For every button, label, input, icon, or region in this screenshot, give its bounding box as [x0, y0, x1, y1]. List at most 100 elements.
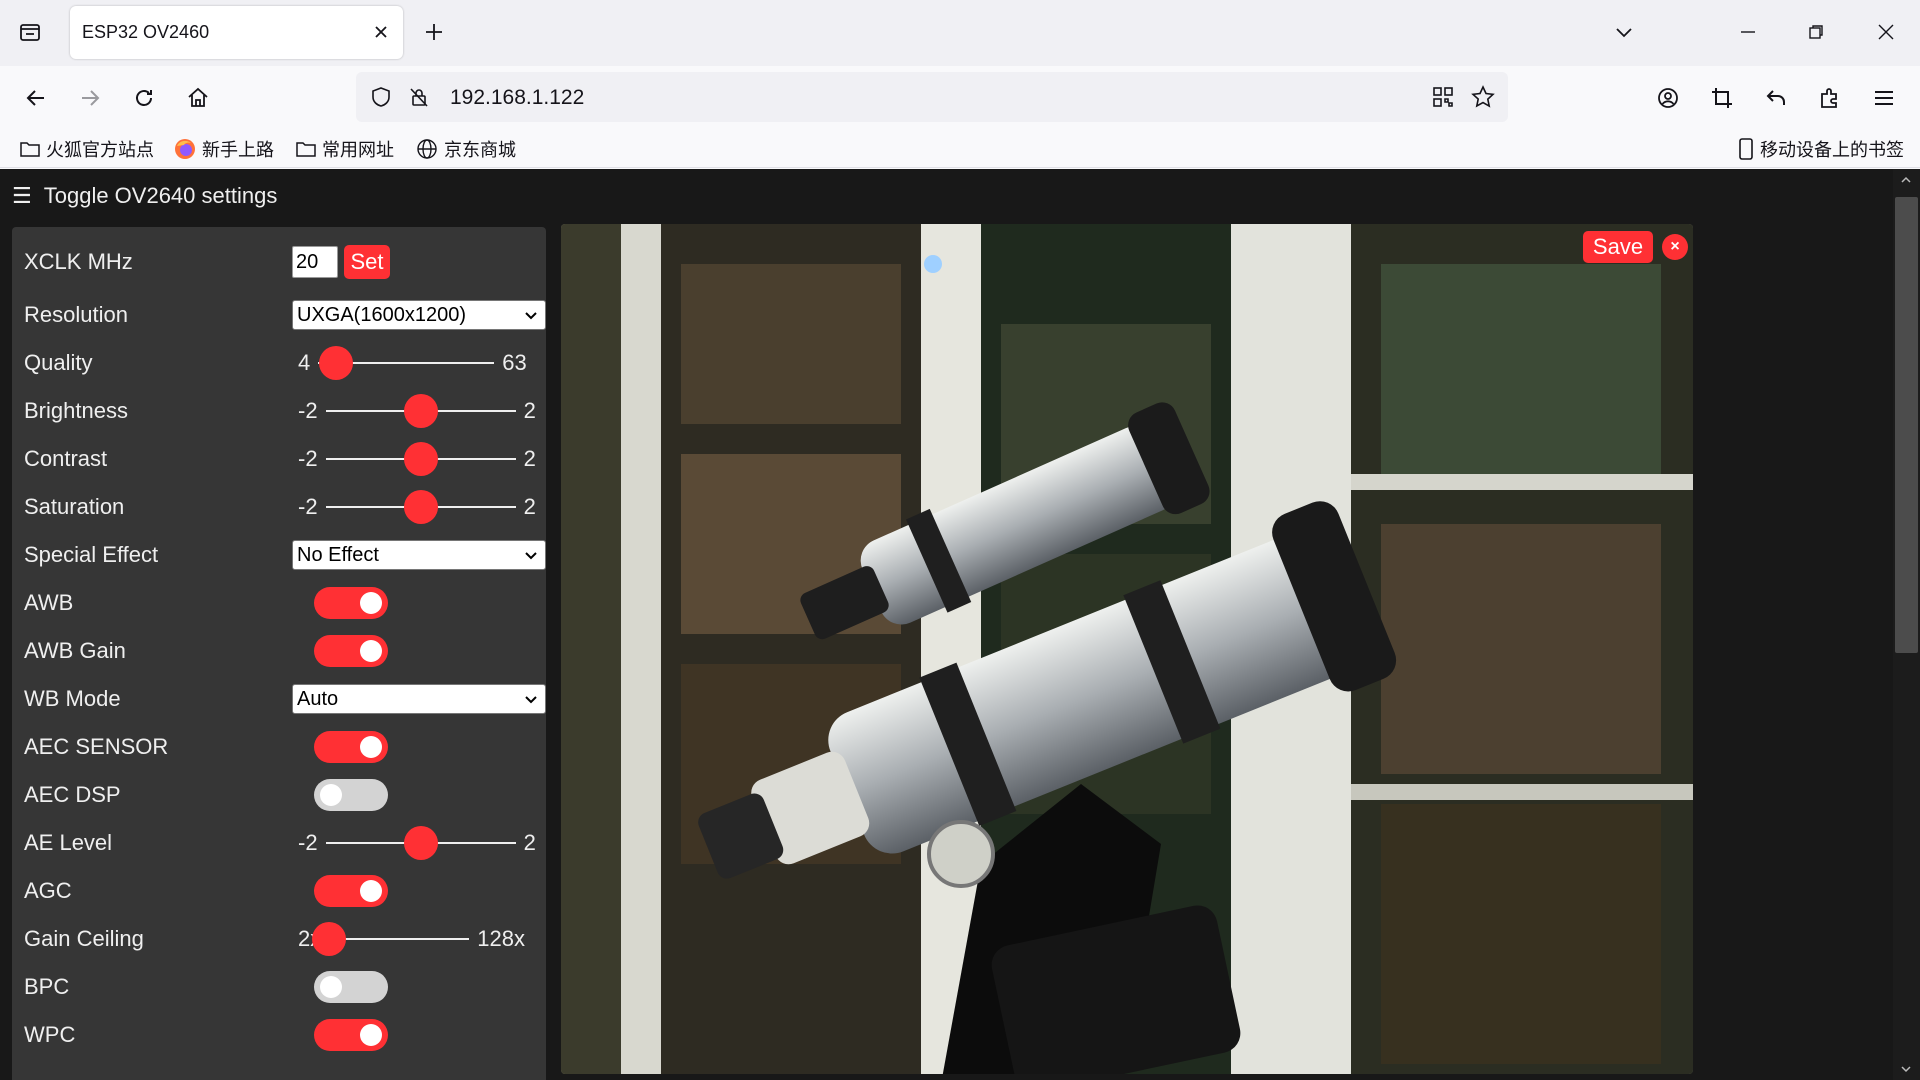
gain-ceiling-slider[interactable]: 2x 128x — [292, 922, 525, 956]
save-button[interactable]: Save — [1583, 231, 1653, 263]
special-effect-row: Special Effect No Effect — [24, 535, 546, 575]
page-scrollbar[interactable] — [1893, 169, 1920, 1080]
chevron-down-icon — [525, 312, 537, 320]
quality-slider[interactable]: 4 63 — [292, 346, 527, 380]
brightness-row: Brightness -2 2 — [24, 391, 536, 431]
awb-row: AWB — [24, 583, 534, 623]
reload-icon[interactable] — [128, 82, 160, 114]
contrast-row: Contrast -2 2 — [24, 439, 536, 479]
bpc-row: BPC — [24, 967, 534, 1007]
account-icon[interactable] — [1652, 82, 1684, 114]
saturation-label: Saturation — [24, 494, 125, 519]
wpc-row: WPC — [24, 1015, 534, 1055]
qr-code-icon[interactable] — [1430, 84, 1456, 110]
ae-level-row: AE Level -2 2 — [24, 823, 536, 863]
awb-gain-toggle[interactable] — [314, 635, 388, 667]
brightness-slider[interactable]: -2 2 — [292, 394, 536, 428]
aec-dsp-label: AEC DSP — [24, 782, 121, 807]
wpc-toggle[interactable] — [314, 1019, 388, 1051]
bookmark-label: 京东商城 — [444, 140, 516, 161]
back-icon[interactable] — [20, 82, 52, 114]
restore-icon[interactable] — [1802, 18, 1830, 46]
awb-toggle[interactable] — [314, 587, 388, 619]
screenshot-crop-icon[interactable] — [1706, 82, 1738, 114]
settings-toggle[interactable]: ☰ Toggle OV2640 settings — [12, 183, 277, 209]
gain-ceiling-label: Gain Ceiling — [24, 926, 144, 951]
undo-icon[interactable] — [1760, 82, 1792, 114]
contrast-min: -2 — [298, 446, 318, 471]
active-tab[interactable]: ESP32 OV2460 — [70, 6, 403, 59]
awb-label: AWB — [24, 590, 74, 615]
chevron-down-icon — [525, 696, 537, 704]
bookmark-item[interactable]: 火狐官方站点 — [20, 136, 154, 162]
special-effect-select[interactable]: No Effect — [292, 540, 546, 570]
slider-thumb[interactable] — [403, 442, 438, 476]
bookmark-label: 新手上路 — [202, 140, 274, 161]
firefox-icon — [175, 139, 195, 159]
resolution-select[interactable]: UXGA(1600x1200) — [292, 300, 546, 330]
slider-thumb[interactable] — [403, 826, 438, 860]
agc-row: AGC — [24, 871, 534, 911]
forward-icon[interactable] — [74, 82, 106, 114]
home-icon[interactable] — [182, 82, 214, 114]
minimize-icon[interactable] — [1734, 18, 1762, 46]
url-text[interactable]: 192.168.1.122 — [450, 86, 584, 110]
aec-sensor-label: AEC SENSOR — [24, 734, 169, 759]
agc-label: AGC — [24, 878, 72, 903]
bookmark-label: 常用网址 — [322, 140, 394, 161]
brightness-min: -2 — [298, 398, 318, 423]
ae-level-slider[interactable]: -2 2 — [292, 826, 536, 860]
aec-dsp-toggle[interactable] — [314, 779, 388, 811]
insecure-lock-icon[interactable] — [406, 84, 432, 110]
tab-list-icon[interactable] — [14, 16, 46, 48]
wpc-label: WPC — [24, 1022, 76, 1047]
toggle-knob — [360, 1024, 382, 1046]
slider-track — [325, 442, 516, 476]
camera-stream — [561, 224, 1693, 1074]
mobile-bookmarks[interactable]: 移动设备上的书签 — [1738, 136, 1904, 162]
saturation-slider[interactable]: -2 2 — [292, 490, 536, 524]
url-bar[interactable]: 192.168.1.122 — [356, 72, 1508, 122]
xclk-set-button[interactable]: Set — [344, 245, 390, 279]
slider-thumb[interactable] — [312, 922, 347, 956]
bookmark-item[interactable]: 京东商城 — [416, 136, 516, 162]
gain-ceiling-row: Gain Ceiling 2x 128x — [24, 919, 534, 959]
resolution-value: UXGA(1600x1200) — [297, 303, 466, 326]
awb-gain-label: AWB Gain — [24, 638, 126, 663]
bookmark-item[interactable]: 常用网址 — [296, 136, 394, 162]
slider-track — [312, 922, 470, 956]
resolution-row: Resolution UXGA(1600x1200) — [24, 295, 546, 335]
contrast-slider[interactable]: -2 2 — [292, 442, 536, 476]
bookmarks-bar: 火狐官方站点 新手上路 常用网址 京东商城 移动设备上的书签 — [0, 128, 1920, 168]
slider-thumb[interactable] — [319, 346, 354, 380]
bookmark-star-icon[interactable] — [1470, 84, 1496, 110]
quality-max: 63 — [502, 350, 527, 375]
hamburger-menu-icon[interactable] — [1868, 82, 1900, 114]
scroll-thumb[interactable] — [1895, 197, 1918, 653]
close-window-icon[interactable] — [1872, 18, 1900, 46]
bookmark-label: 火狐官方站点 — [46, 140, 154, 161]
wb-mode-select[interactable]: Auto — [292, 684, 546, 714]
toggle-knob — [320, 976, 342, 998]
scroll-up-icon[interactable] — [1897, 171, 1915, 189]
agc-toggle[interactable] — [314, 875, 388, 907]
settings-panel: XCLK MHz 20 Set Resolution UXGA(1600x120… — [12, 227, 546, 1080]
slider-thumb[interactable] — [403, 490, 438, 524]
new-tab-icon[interactable] — [420, 18, 448, 46]
web-page: ☰ Toggle OV2640 settings XCLK MHz 20 Set… — [0, 169, 1920, 1080]
bookmark-item[interactable]: 新手上路 — [174, 136, 274, 162]
toggle-knob — [360, 640, 382, 662]
chevron-down-icon[interactable] — [1610, 18, 1638, 46]
extensions-icon[interactable] — [1814, 82, 1846, 114]
aec-sensor-toggle[interactable] — [314, 731, 388, 763]
scroll-down-icon[interactable] — [1897, 1060, 1915, 1078]
shield-icon[interactable] — [368, 84, 394, 110]
slider-thumb[interactable] — [403, 394, 438, 428]
aec-sensor-row: AEC SENSOR — [24, 727, 534, 767]
bpc-toggle[interactable] — [314, 971, 388, 1003]
close-stream-button[interactable]: × — [1662, 234, 1688, 260]
brightness-max: 2 — [523, 398, 536, 423]
xclk-input[interactable]: 20 — [292, 246, 338, 278]
close-tab-icon[interactable] — [369, 20, 393, 44]
quality-row: Quality 4 63 — [24, 343, 534, 383]
